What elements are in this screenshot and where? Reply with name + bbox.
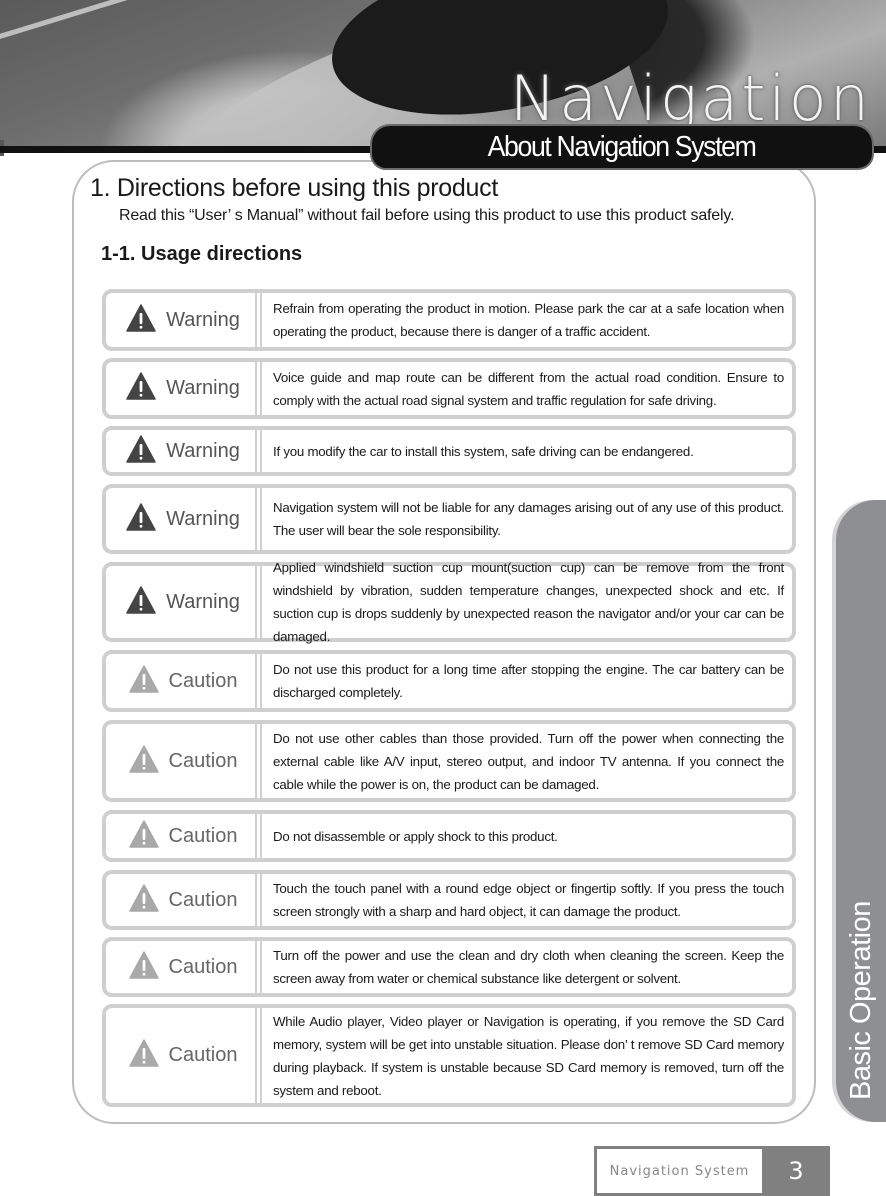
notice-label-cell: Caution bbox=[106, 874, 262, 926]
subheading: 1-1. Usage directions bbox=[101, 243, 303, 265]
notice-text: Refrain from operating the product in mo… bbox=[273, 301, 784, 339]
notice-label-cell: Warning bbox=[106, 293, 262, 347]
warning-triangle-icon bbox=[126, 434, 166, 468]
section-title-pill: About Navigation System bbox=[372, 126, 872, 168]
warning-triangle-icon bbox=[126, 303, 166, 337]
notice-warning: Warning Applied windshield suction cup mo… bbox=[102, 560, 796, 644]
notice-caution: Caution Touch the touch panel with a roun… bbox=[102, 870, 796, 930]
notice-text: Touch the touch panel with a round edge … bbox=[273, 881, 784, 919]
footer-label: Navigation System bbox=[597, 1149, 762, 1193]
notice-text: Navigation system will not be liable for… bbox=[273, 500, 784, 538]
notice-label: Caution bbox=[168, 955, 238, 978]
notice-label: Warning bbox=[166, 308, 240, 331]
warning-triangle-icon bbox=[126, 502, 166, 536]
side-tab-label: Basic Operation bbox=[845, 901, 877, 1100]
notice-warning: Warning Navigation system will not be lia… bbox=[102, 484, 796, 554]
notice-warning: Warning If you modify the car to install … bbox=[102, 426, 796, 476]
caution-triangle-icon bbox=[128, 1039, 169, 1072]
notice-label: Caution bbox=[168, 749, 238, 772]
caution-triangle-icon bbox=[128, 883, 169, 917]
notice-label-cell: Caution bbox=[106, 724, 262, 798]
notice-text: Voice guide and map route can be differe… bbox=[273, 369, 784, 408]
notice-label: Caution bbox=[168, 1044, 238, 1066]
notice-text: Turn off the power and use the clean and… bbox=[273, 948, 784, 986]
intro-text: Read this “User’ s Manual” without fail … bbox=[119, 207, 735, 224]
banner-title: Navigation bbox=[509, 62, 872, 135]
notice-text: Do not disassemble or apply shock to thi… bbox=[273, 828, 558, 844]
notice-label-cell: Warning bbox=[106, 566, 262, 638]
notice-text: Applied windshield suction cup mount(suc… bbox=[273, 560, 784, 644]
warning-triangle-icon bbox=[126, 372, 166, 405]
page-heading: 1. Directions before using this product bbox=[90, 174, 498, 202]
notice-text: Do not use other cables than those provi… bbox=[273, 730, 784, 792]
notice-caution: Caution Do not use this product for a lon… bbox=[102, 650, 796, 712]
notice-text: While Audio player, Video player or Navi… bbox=[273, 1013, 784, 1098]
notice-caution: Caution Do not use other cables than thos… bbox=[102, 720, 796, 802]
notice-warning: Warning Voice guide and map route can be … bbox=[102, 358, 796, 419]
notice-label-cell: Caution bbox=[106, 941, 262, 993]
caution-triangle-icon bbox=[128, 950, 169, 984]
notice-label-cell: Warning bbox=[106, 362, 262, 415]
page-footer: Navigation System 3 bbox=[594, 1146, 830, 1196]
notice-warning: Warning Refrain from operating the produc… bbox=[102, 289, 796, 351]
notice-label: Warning bbox=[166, 507, 240, 530]
notice-label-cell: Caution bbox=[106, 654, 262, 708]
chapter-side-tab: Basic Operation bbox=[836, 500, 886, 1122]
road-line bbox=[0, 0, 230, 45]
notice-caution: Caution While Audio player, Video player … bbox=[102, 1004, 796, 1107]
notice-label: Caution bbox=[168, 824, 238, 847]
notice-label: Warning bbox=[166, 590, 240, 613]
notice-caution: Caution Turn off the power and use the cl… bbox=[102, 937, 796, 997]
caution-triangle-icon bbox=[128, 664, 169, 698]
notice-label-cell: Warning bbox=[106, 488, 262, 550]
notice-caution: Caution Do not disassemble or apply shock… bbox=[102, 810, 796, 862]
notice-label: Caution bbox=[168, 669, 238, 692]
notice-label: Caution bbox=[168, 888, 238, 911]
notice-label-cell: Warning bbox=[106, 430, 262, 472]
caution-triangle-icon bbox=[128, 744, 169, 778]
caution-triangle-icon bbox=[128, 819, 169, 853]
notice-text: If you modify the car to install this sy… bbox=[273, 443, 694, 459]
section-title: About Navigation System bbox=[488, 130, 757, 163]
notice-label: Warning bbox=[166, 377, 240, 399]
header-banner-image: Navigation bbox=[0, 0, 886, 146]
notice-label: Warning bbox=[166, 439, 240, 462]
notice-text: Do not use this product for a long time … bbox=[273, 662, 784, 700]
warning-triangle-icon bbox=[126, 585, 166, 619]
notice-label-cell: Caution bbox=[106, 814, 262, 858]
notice-label-cell: Caution bbox=[106, 1008, 262, 1103]
page-number: 3 bbox=[788, 1157, 804, 1185]
